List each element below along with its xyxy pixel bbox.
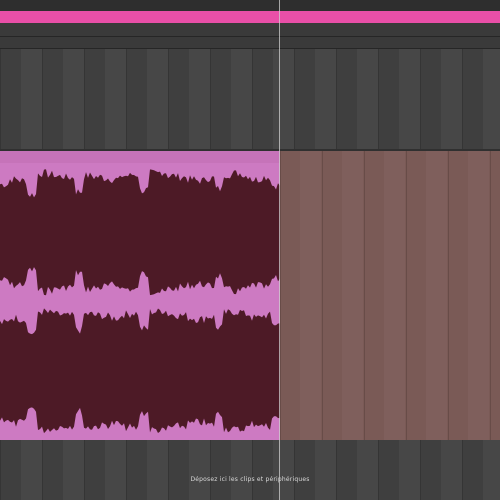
grid-band: [384, 151, 405, 440]
grid-line: [322, 151, 323, 440]
grid-line: [0, 49, 1, 150]
grid-band: [357, 49, 378, 150]
grid-band: [147, 440, 168, 500]
grid-band: [105, 440, 126, 500]
grid-line: [336, 440, 337, 500]
grid-band: [483, 49, 500, 150]
grid-line: [168, 49, 169, 150]
grid-band: [231, 49, 252, 150]
ruler-divider: [0, 36, 500, 37]
grid-line: [462, 440, 463, 500]
empty-clip-region[interactable]: [280, 151, 500, 440]
playhead-line[interactable]: [279, 0, 280, 500]
grid-band: [426, 151, 447, 440]
grid-line: [462, 49, 463, 150]
track-lane-grid[interactable]: [0, 49, 500, 150]
grid-band: [63, 440, 84, 500]
grid-band: [468, 151, 489, 440]
grid-line: [420, 49, 421, 150]
grid-line: [42, 440, 43, 500]
grid-band: [189, 440, 210, 500]
grid-band: [231, 440, 252, 500]
waveform-channel-1: [0, 169, 280, 296]
grid-line: [126, 440, 127, 500]
grid-band: [21, 440, 42, 500]
grid-line: [252, 49, 253, 150]
grid-band: [273, 49, 294, 150]
grid-band: [147, 49, 168, 150]
grid-line: [336, 49, 337, 150]
grid-line: [448, 151, 449, 440]
grid-line: [420, 440, 421, 500]
grid-line: [168, 440, 169, 500]
grid-band: [315, 49, 336, 150]
grid-line: [210, 440, 211, 500]
grid-band: [315, 440, 336, 500]
grid-band: [189, 49, 210, 150]
grid-band: [399, 49, 420, 150]
grid-band: [21, 49, 42, 150]
grid-line: [280, 151, 281, 440]
grid-line: [294, 49, 295, 150]
grid-line: [210, 49, 211, 150]
grid-band: [105, 49, 126, 150]
grid-line: [0, 440, 1, 500]
grid-band: [441, 49, 462, 150]
waveform-channel-2: [0, 308, 280, 434]
clip-waveform[interactable]: [0, 163, 280, 440]
grid-line: [490, 151, 491, 440]
clip-title-bar[interactable]: [0, 151, 280, 163]
grid-line: [406, 151, 407, 440]
grid-band: [483, 440, 500, 500]
grid-band: [300, 151, 321, 440]
drop-hint-text: Déposez ici les clips et périphériques: [190, 476, 310, 483]
loop-brace[interactable]: [0, 11, 500, 23]
grid-band: [63, 49, 84, 150]
grid-band: [399, 440, 420, 500]
grid-line: [294, 440, 295, 500]
grid-band: [342, 151, 363, 440]
grid-line: [252, 440, 253, 500]
grid-band: [273, 440, 294, 500]
grid-line: [84, 49, 85, 150]
audio-clip[interactable]: [0, 151, 280, 440]
grid-line: [364, 151, 365, 440]
grid-band: [357, 440, 378, 500]
drop-area[interactable]: [0, 440, 500, 500]
top-strip: [0, 0, 500, 11]
grid-line: [378, 49, 379, 150]
grid-line: [378, 440, 379, 500]
grid-line: [42, 49, 43, 150]
arrangement-view: Déposez ici les clips et périphériques: [0, 0, 500, 500]
grid-band: [441, 440, 462, 500]
grid-line: [126, 49, 127, 150]
grid-line: [84, 440, 85, 500]
